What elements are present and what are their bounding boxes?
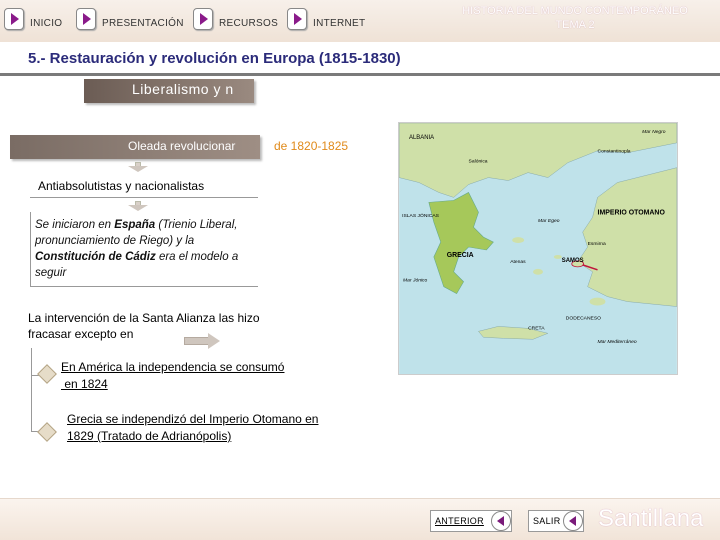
nav-label: INICIO (30, 17, 63, 29)
bullet-connector (31, 376, 43, 432)
map-label: ALBANIA (409, 135, 434, 141)
exit-arrow-icon (563, 511, 583, 531)
info-box: Se iniciaron en España (Trienio Liberal,… (30, 212, 258, 287)
liberalismo-label: Liberalismo y n (132, 81, 234, 97)
map-label: SAMOS (562, 258, 584, 264)
right-arrow-icon (184, 333, 220, 349)
down-arrow-icon (128, 162, 148, 172)
bullet-america-line2: en 1824 (61, 377, 108, 391)
intervention-line1: La intervención de la Santa Alianza las … (28, 311, 260, 325)
bullet-grecia-line2: 1829 (Tratado de Adrianópolis) (67, 428, 318, 445)
map-label: CRETA (528, 325, 545, 331)
map-label: Atenas (510, 259, 526, 265)
map-island (589, 297, 606, 306)
play-icon (193, 8, 213, 30)
play-icon (287, 8, 307, 30)
nav-inicio-button[interactable]: INICIO (4, 6, 62, 32)
down-arrow-icon (128, 201, 148, 211)
bullet-america[interactable]: En América la independencia se consumó e… (61, 359, 284, 393)
section-title: 5.- Restauración y revolución en Europa … (28, 50, 401, 67)
bullet-grecia-year: 1829 (67, 429, 94, 443)
header-title-line2: TEMA 2 (555, 19, 595, 31)
nav-internet-button[interactable]: INTERNET (287, 6, 365, 32)
header-title: HISTORIA DEL MUNDO CONTEMPORÁNEO TEMA 2 (440, 4, 710, 32)
map-label: Constantinopla (598, 149, 631, 155)
oleada-years: de 1820-1825 (274, 139, 349, 153)
intervention-text: La intervención de la Santa Alianza las … (28, 310, 328, 342)
map-island (512, 237, 525, 244)
play-icon (76, 8, 96, 30)
subheading-box: Antiabsolutistas y nacionalistas (30, 175, 258, 198)
anterior-label: ANTERIOR (435, 516, 484, 526)
map-label: ISLAS JÓNICAS (402, 212, 440, 219)
nav-label: PRESENTACIÓN (102, 17, 184, 29)
map-label: Esmirna (588, 241, 606, 247)
map-label: Mar Negro (642, 129, 666, 135)
bullet-grecia[interactable]: Grecia se independizó del Imperio Otoman… (67, 411, 318, 445)
map-label: GRECIA (447, 252, 474, 259)
map-label: DODECANESO (566, 315, 601, 321)
map-island (533, 268, 543, 275)
brand-logo: Santillana (598, 505, 704, 532)
aegean-map: ALBANIA Salónica Mar Negro Constantinopl… (398, 122, 678, 375)
map-label: Mar Jónico (403, 278, 427, 284)
map-label: Mar Mediterráneo (598, 339, 637, 345)
oleada-label: Oleada revolucionar (128, 139, 236, 153)
map-label: Mar Egeo (538, 218, 560, 224)
nav-recursos-button[interactable]: RECURSOS (193, 6, 278, 32)
map-label: IMPERIO OTOMANO (598, 209, 666, 216)
subheading-text: Antiabsolutistas y nacionalistas (38, 179, 205, 193)
nav-label: RECURSOS (219, 17, 279, 29)
header-title-line1: HISTORIA DEL MUNDO CONTEMPORÁNEO (462, 5, 688, 17)
nav-label: INTERNET (313, 17, 366, 29)
bullet-grecia-treaty: (Tratado de Adrianópolis) (93, 429, 232, 443)
map-label: Salónica (469, 159, 488, 165)
back-arrow-icon (491, 511, 511, 531)
title-divider (0, 73, 720, 76)
bullet-america-line1: En América la independencia se consumó (61, 360, 285, 374)
nav-presentacion-button[interactable]: PRESENTACIÓN (76, 6, 184, 32)
salir-button[interactable]: SALIR (528, 510, 584, 532)
intervention-line2: fracasar excepto en (28, 327, 134, 341)
play-icon (4, 8, 24, 30)
map-island (553, 254, 562, 259)
salir-label: SALIR (533, 516, 561, 526)
info-text: Se iniciaron en España (Trienio Liberal,… (35, 219, 239, 279)
bullet-grecia-line1: Grecia se independizó del Imperio Otoman… (67, 412, 319, 426)
anterior-button[interactable]: ANTERIOR (430, 510, 512, 532)
